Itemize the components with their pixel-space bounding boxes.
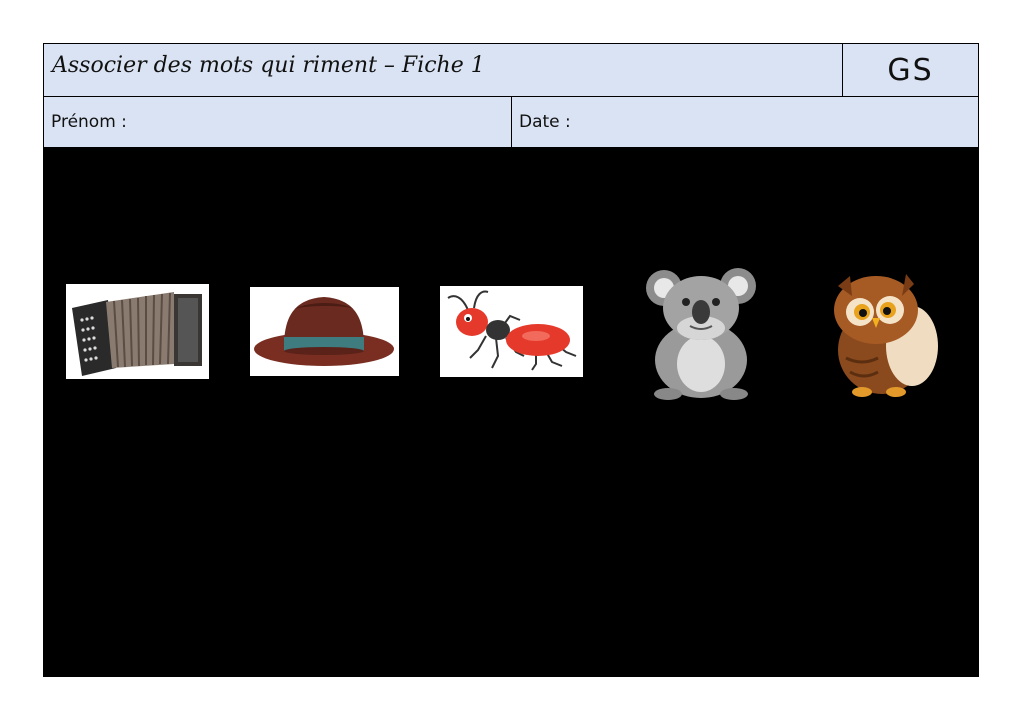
- name-field[interactable]: Prénom :: [44, 97, 512, 147]
- hat-picture: [250, 287, 399, 376]
- date-field[interactable]: Date :: [512, 97, 978, 147]
- name-label: Prénom :: [51, 112, 127, 132]
- koala-picture: [644, 262, 758, 402]
- owl-icon: [834, 274, 938, 397]
- owl-picture: [832, 262, 944, 400]
- accordion-icon: [72, 292, 202, 376]
- header-row: Associer des mots qui riment – Fiche 1 G…: [44, 44, 978, 97]
- accordion-picture: [66, 284, 209, 379]
- hat-icon: [254, 297, 394, 366]
- level-label: GS: [887, 52, 934, 88]
- date-label: Date :: [519, 112, 571, 132]
- info-row: Prénom : Date :: [44, 97, 978, 148]
- worksheet-title: Associer des mots qui riment – Fiche 1: [52, 53, 485, 78]
- koala-icon: [646, 268, 756, 400]
- level-cell: GS: [842, 44, 978, 96]
- ant-icon: [447, 290, 577, 371]
- ant-picture: [440, 286, 583, 377]
